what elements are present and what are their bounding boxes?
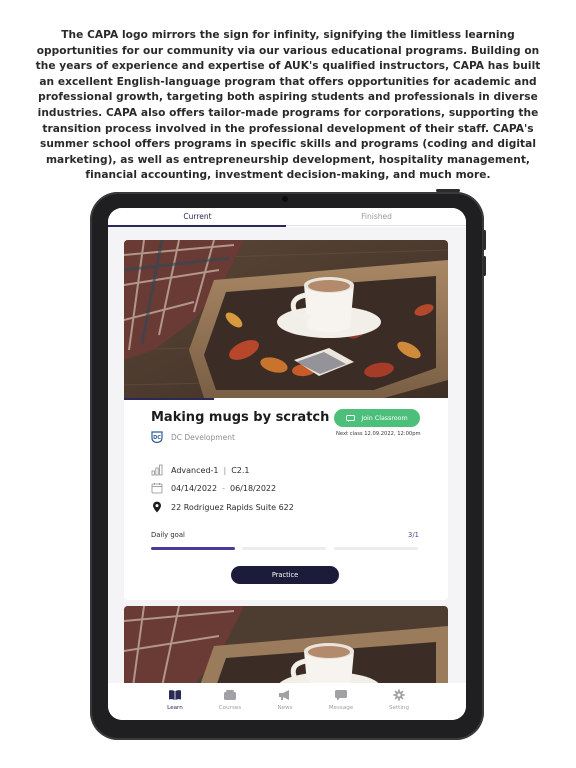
nav-setting-label: Setting — [388, 705, 410, 711]
level-code: C2.1 — [231, 465, 250, 475]
nav-setting[interactable]: Setting — [379, 689, 419, 711]
next-class-text: Next class 12.09.2022, 12:00pm — [336, 431, 421, 437]
nav-news-label: News — [277, 705, 293, 711]
course-title: Making mugs by scratch — [151, 410, 330, 425]
front-camera — [282, 196, 288, 202]
chat-bubble-icon — [335, 690, 347, 701]
date-separator: - — [222, 483, 225, 493]
nav-learn[interactable]: Learn — [155, 689, 195, 711]
goal-progress-segment-1 — [151, 547, 235, 550]
gear-icon — [393, 689, 405, 701]
nav-news[interactable]: News — [265, 689, 305, 711]
tab-divider — [286, 225, 466, 226]
courses-icon — [224, 690, 236, 700]
daily-goal-count: 3/1 — [408, 531, 419, 539]
volume-up-button — [483, 230, 486, 250]
address-text: 22 Rodriguez Rapids Suite 622 — [171, 502, 294, 512]
intro-paragraph: The CAPA logo mirrors the sign for infin… — [35, 29, 541, 182]
tab-bar: Current Finished — [108, 208, 466, 227]
address-row: 22 Rodriguez Rapids Suite 622 — [151, 500, 294, 514]
nav-message[interactable]: Message — [321, 689, 361, 711]
date-start: 04/14/2022 — [171, 483, 218, 493]
level-row: Advanced-1 | C2.1 — [151, 463, 250, 477]
date-row: 04/14/2022 - 06/18/2022 — [151, 481, 276, 495]
goal-progress-segment-2 — [242, 547, 326, 550]
bar-chart-icon — [151, 464, 163, 476]
join-classroom-button[interactable]: Join Classroom — [334, 409, 420, 427]
course-photo — [124, 240, 448, 398]
location-pin-icon — [153, 501, 161, 513]
daily-goal-label: Daily goal — [151, 531, 185, 539]
organization-logo-icon: DC — [151, 431, 163, 443]
course-card[interactable]: Making mugs by scratch DC DC Development… — [124, 240, 448, 600]
join-classroom-label: Join Classroom — [361, 414, 408, 422]
nav-learn-label: Learn — [167, 705, 183, 711]
book-icon — [169, 690, 181, 700]
bottom-navigation: Learn Courses News Message Setting — [108, 683, 466, 720]
organization-name: DC Development — [171, 432, 235, 442]
nav-courses[interactable]: Courses — [210, 689, 250, 711]
goal-progress-segment-3 — [334, 547, 418, 550]
app-screen: Current Finished Making mugs by scratch … — [108, 208, 466, 720]
level-name: Advanced-1 — [171, 465, 219, 475]
nav-message-label: Message — [328, 705, 354, 711]
course-organization: DC DC Development — [151, 430, 235, 444]
image-indicator — [124, 398, 214, 400]
active-tab-indicator — [108, 225, 286, 227]
date-end: 06/18/2022 — [230, 483, 277, 493]
chat-icon — [346, 414, 356, 422]
volume-down-button — [483, 256, 486, 276]
svg-text:DC: DC — [153, 435, 161, 441]
megaphone-icon — [279, 690, 289, 700]
nav-courses-label: Courses — [218, 705, 242, 711]
practice-button[interactable]: Practice — [231, 566, 339, 584]
level-separator: | — [223, 465, 227, 475]
calendar-icon — [151, 483, 163, 494]
